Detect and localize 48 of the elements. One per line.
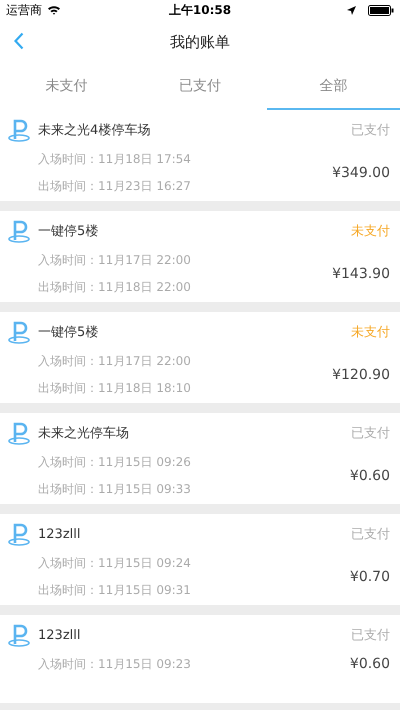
amount: ¥349.00 <box>332 164 390 180</box>
page-title: 我的账单 <box>170 32 230 52</box>
parking-lot-name: 123zlll <box>38 526 82 542</box>
payment-status: 已支付 <box>351 425 390 442</box>
amount: ¥0.70 <box>350 568 390 584</box>
parking-pin-icon <box>8 219 30 243</box>
entry-time: 入场时间：11月18日 17:54 <box>38 151 191 168</box>
entry-time: 入场时间：11月15日 09:26 <box>38 454 191 471</box>
parking-lot-name: 未来之光停车场 <box>38 425 130 442</box>
payment-status: 已支付 <box>351 122 390 139</box>
parking-lot-name: 一键停5楼 <box>38 223 100 240</box>
parking-pin-icon <box>8 522 30 546</box>
entry-time: 入场时间：11月17日 22:00 <box>38 252 191 269</box>
amount: ¥0.60 <box>350 656 390 672</box>
wifi-icon <box>47 5 61 15</box>
battery-icon <box>368 4 394 16</box>
parking-pin-icon <box>8 320 30 344</box>
parking-lot-name: 一键停5楼 <box>38 324 100 341</box>
payment-status: 未支付 <box>351 223 390 240</box>
bill-card[interactable]: 123zlll 已支付 入场时间：11月15日 09:24 出场时间：11月15日 09:31 ¥0.70 <box>0 514 400 605</box>
exit-time: 出场时间：11月18日 18:10 <box>38 380 191 397</box>
amount: ¥143.90 <box>332 266 390 282</box>
exit-time: 出场时间：11月18日 22:00 <box>38 279 191 296</box>
entry-time: 入场时间：11月15日 09:24 <box>38 555 191 572</box>
back-chevron-icon <box>14 32 24 50</box>
payment-status: 未支付 <box>351 324 390 341</box>
exit-time: 出场时间：11月15日 09:31 <box>38 582 191 599</box>
bill-card[interactable]: 一键停5楼 未支付 入场时间：11月17日 22:00 出场时间：11月18日 18:10 ¥120.90 <box>0 312 400 403</box>
amount: ¥120.90 <box>332 366 390 382</box>
parking-pin-icon <box>8 118 30 142</box>
entry-time: 入场时间：11月17日 22:00 <box>38 353 191 370</box>
bill-card[interactable]: 未来之光停车场 已支付 入场时间：11月15日 09:26 出场时间：11月15日 09:33 ¥0.60 <box>0 413 400 504</box>
parking-pin-icon <box>8 421 30 445</box>
entry-time: 入场时间：11月15日 09:23 <box>38 656 191 673</box>
amount: ¥0.60 <box>350 468 390 484</box>
bill-card[interactable]: 一键停5楼 未支付 入场时间：11月17日 22:00 出场时间：11月18日 22:00 ¥143.90 <box>0 211 400 302</box>
parking-pin-icon <box>8 623 30 647</box>
bill-card[interactable]: 未来之光4楼停车场 已支付 入场时间：11月18日 17:54 出场时间：11月23日 16:27 ¥349.00 <box>0 110 400 201</box>
parking-lot-name: 123zlll <box>38 628 82 642</box>
exit-time: 出场时间：11月23日 16:27 <box>38 178 191 195</box>
location-arrow-icon <box>346 6 356 14</box>
carrier-name: 运营商 <box>6 2 42 18</box>
bill-card[interactable]: 123zlll 已支付 入场时间：11月15日 09:23 ¥0.60 <box>0 615 400 703</box>
payment-status: 已支付 <box>351 627 390 644</box>
parking-lot-name: 未来之光4楼停车场 <box>38 122 152 139</box>
exit-time: 出场时间：11月15日 09:33 <box>38 481 191 498</box>
clock-time: 上午10:58 <box>168 2 232 18</box>
payment-status: 已支付 <box>351 526 390 543</box>
